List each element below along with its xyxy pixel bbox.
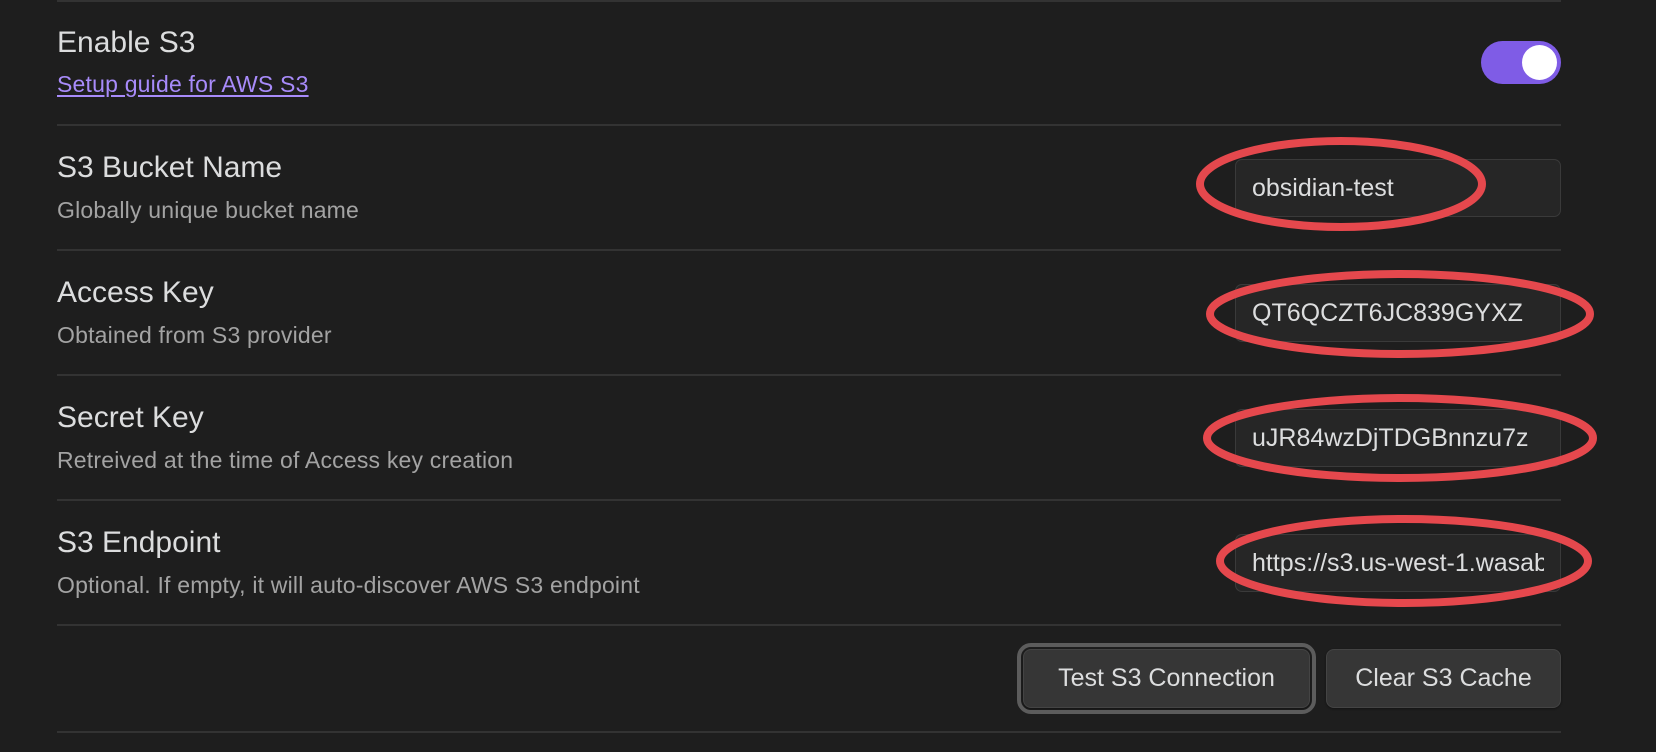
secret-key-input[interactable] xyxy=(1235,409,1561,467)
setup-guide-row: Setup guide for AWS S3 xyxy=(57,71,309,98)
s3-settings-panel: Enable S3 Setup guide for AWS S3 S3 Buck… xyxy=(0,0,1656,752)
setting-desc-bucket: Globally unique bucket name xyxy=(57,197,360,223)
clear-s3-cache-button[interactable]: Clear S3 Cache xyxy=(1326,649,1561,708)
setting-name-access-key: Access Key xyxy=(57,276,214,309)
bucket-name-input[interactable] xyxy=(1235,159,1561,217)
divider xyxy=(57,374,1561,376)
s3-endpoint-input[interactable] xyxy=(1235,534,1561,592)
toggle-knob xyxy=(1522,45,1557,80)
access-key-input[interactable] xyxy=(1235,284,1561,342)
divider xyxy=(57,124,1561,126)
divider xyxy=(57,0,1561,2)
divider xyxy=(57,624,1561,626)
divider xyxy=(57,499,1561,501)
divider xyxy=(57,249,1561,251)
setting-name-secret-key: Secret Key xyxy=(57,401,204,434)
enable-s3-toggle[interactable] xyxy=(1481,41,1561,84)
setting-desc-secret-key: Retreived at the time of Access key crea… xyxy=(57,447,514,473)
setting-desc-access-key: Obtained from S3 provider xyxy=(57,322,332,348)
setting-desc-endpoint: Optional. If empty, it will auto-discove… xyxy=(57,572,640,598)
test-s3-connection-button[interactable]: Test S3 Connection xyxy=(1017,643,1316,714)
setting-name-enable-s3: Enable S3 xyxy=(57,26,196,59)
annotation-overlay xyxy=(1196,137,1597,607)
setup-guide-link[interactable]: Setup guide for AWS S3 xyxy=(57,71,309,97)
setting-name-bucket: S3 Bucket Name xyxy=(57,151,283,184)
setting-name-endpoint: S3 Endpoint xyxy=(57,526,221,559)
divider xyxy=(57,731,1561,733)
